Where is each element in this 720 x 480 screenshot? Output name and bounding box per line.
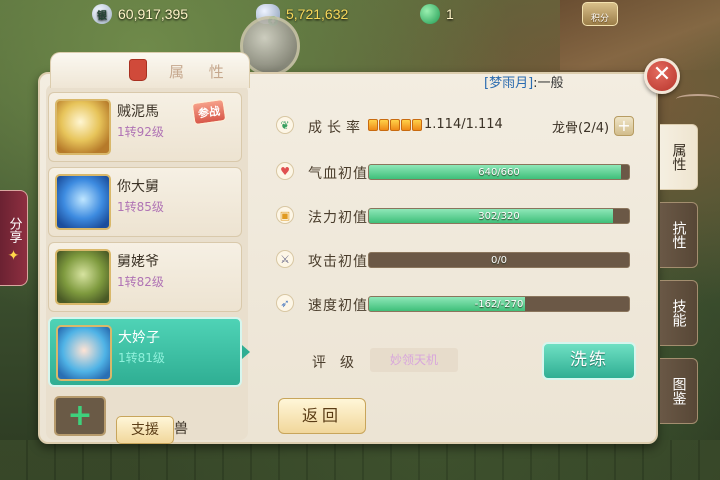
mp-label: 法力初值 — [308, 210, 368, 226]
panel-header-label: 属 性 — [169, 63, 234, 81]
leaf-icon: ❦ — [276, 116, 294, 134]
back-button[interactable]: 返回 — [278, 398, 366, 434]
pet-name: 大妗子 — [118, 330, 160, 346]
tab-attributes[interactable]: 属性 — [660, 124, 698, 190]
hp-bar-text: 640/660 — [478, 167, 520, 178]
resource-bar: 银 60,917,395 + 5,721,632 1 积分 — [0, 0, 720, 30]
growth-square — [368, 119, 378, 131]
grade-label: 评级 — [312, 355, 368, 371]
pet-level: 1转85级 — [117, 200, 164, 214]
speed-row: ➶ 速度初值 -162/-270 — [258, 292, 644, 316]
add-support-pet-button[interactable]: + — [54, 396, 106, 436]
attack-row: ⚔ 攻击初值 0/0 — [258, 248, 644, 272]
tab-skills[interactable]: 技能 — [660, 280, 698, 346]
sparkle-icon: ✦ — [7, 248, 20, 264]
growth-label: 成长率 — [308, 120, 365, 136]
close-icon: ✕ — [652, 62, 672, 87]
mp-bar-text: 302/320 — [478, 211, 520, 222]
gold-value: 5,721,632 — [286, 6, 349, 22]
growth-square — [401, 119, 411, 131]
pet-list-item[interactable]: 舅姥爷 1转82级 — [48, 242, 242, 312]
selected-arrow-icon — [242, 345, 250, 359]
jade-resource[interactable]: 1 — [420, 4, 454, 24]
growth-squares — [368, 119, 422, 131]
pet-avatar — [55, 174, 111, 230]
add-dragon-bone-button[interactable]: + — [614, 116, 634, 136]
attack-bar: 0/0 — [368, 252, 630, 268]
pet-list-item[interactable]: 贼泥馬 1转92级 参战 — [48, 92, 242, 162]
grade-value: 妙领天机 — [370, 348, 458, 372]
hp-row: ♥ 气血初值 640/660 — [258, 160, 644, 184]
speed-bar-text: -162/-270 — [474, 299, 524, 310]
pet-name: 贼泥馬 — [117, 104, 159, 120]
plus-icon: + — [67, 398, 93, 433]
speed-bar: -162/-270 — [368, 296, 630, 312]
pet-name: 你大舅 — [117, 179, 159, 195]
speed-label: 速度初值 — [308, 298, 368, 314]
pet-avatar — [55, 99, 111, 155]
pet-title: [梦雨月]:一般 — [484, 72, 564, 91]
attack-label: 攻击初值 — [308, 254, 368, 270]
pet-avatar — [56, 325, 112, 381]
battle-badge: 参战 — [191, 98, 227, 126]
pet-name: 舅姥爷 — [117, 254, 159, 270]
sword-icon: ⚔ — [276, 250, 294, 268]
pet-list-item-selected[interactable]: 大妗子 1转81级 — [48, 317, 250, 387]
pet-level: 1转81级 — [118, 351, 165, 365]
panel-header-tab: 属 性 — [50, 52, 250, 88]
pet-avatar — [55, 249, 111, 305]
growth-row: ❦ 成长率 1.114/1.114 龙骨(2/4) + — [258, 114, 644, 138]
share-tab[interactable]: 分享 ✦ — [0, 190, 28, 286]
close-button[interactable]: ✕ — [644, 58, 680, 94]
tab-resistance[interactable]: 抗性 — [660, 202, 698, 268]
pet-title-suffix: :一般 — [533, 76, 564, 91]
mp-row: ▣ 法力初值 302/320 — [258, 204, 644, 228]
growth-value: 1.114/1.114 — [424, 117, 503, 132]
pet-level: 1转92级 — [117, 125, 164, 139]
background-ground — [0, 440, 720, 480]
pet-title-prefix: [梦雨月] — [484, 76, 534, 91]
bag-icon — [129, 59, 147, 81]
mp-bar: 302/320 — [368, 208, 630, 224]
wash-button[interactable]: 洗练 — [542, 342, 636, 380]
decorative-curl — [676, 94, 720, 104]
pet-level: 1转82级 — [117, 275, 164, 289]
jade-gem-icon — [420, 4, 440, 24]
support-button[interactable]: 支援 — [116, 416, 174, 444]
dragon-bone-label: 龙骨(2/4) — [552, 121, 610, 136]
hp-label: 气血初值 — [308, 166, 368, 182]
hp-bar: 640/660 — [368, 164, 630, 180]
mana-square-icon: ▣ — [276, 206, 294, 224]
jade-value: 1 — [446, 6, 454, 22]
growth-square — [390, 119, 400, 131]
growth-square — [412, 119, 422, 131]
heart-icon: ♥ — [276, 162, 294, 180]
silver-resource: 银 60,917,395 — [92, 4, 188, 24]
growth-square — [379, 119, 389, 131]
attributes-area: ❦ 成长率 1.114/1.114 龙骨(2/4) + ♥ 气血初值 640/6… — [258, 94, 644, 434]
share-label: 分享 — [6, 217, 22, 243]
silver-coin-icon: 银 — [92, 4, 112, 24]
attack-bar-text: 0/0 — [490, 255, 508, 266]
points-button[interactable]: 积分 — [582, 2, 618, 26]
support-suffix: 兽 — [174, 421, 188, 437]
silver-value: 60,917,395 — [118, 6, 189, 22]
speed-boot-icon: ➶ — [276, 294, 294, 312]
pet-list-item[interactable]: 你大舅 1转85级 — [48, 167, 242, 237]
tab-codex[interactable]: 图鉴 — [660, 358, 698, 424]
